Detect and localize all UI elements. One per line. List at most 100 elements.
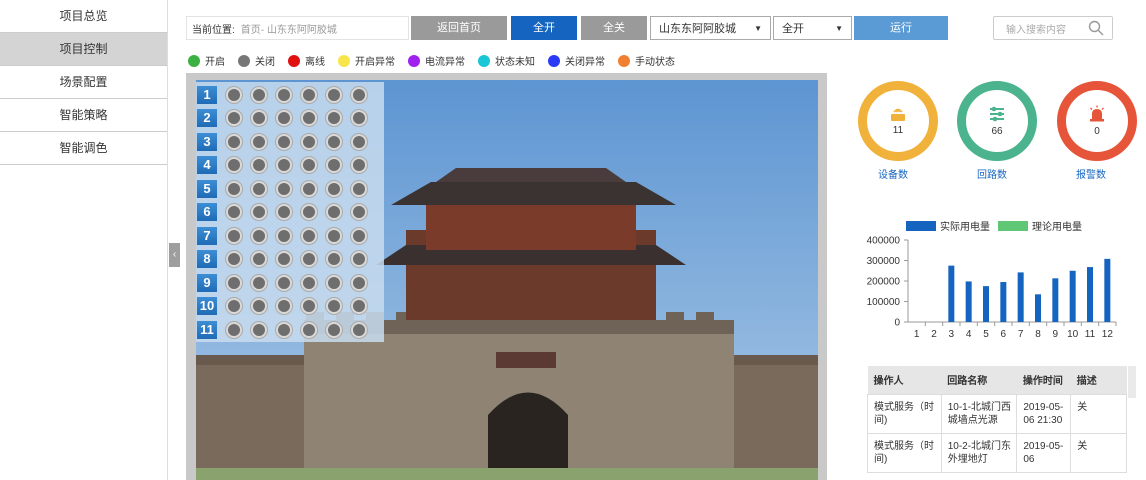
sidebar-item-color[interactable]: 智能调色 bbox=[0, 132, 167, 165]
loop-status-light[interactable] bbox=[251, 204, 267, 221]
loop-status-light[interactable] bbox=[301, 274, 317, 291]
loop-status-light[interactable] bbox=[301, 133, 317, 150]
sidebar-collapse-button[interactable]: ‹ bbox=[169, 243, 180, 267]
loop-status-light[interactable] bbox=[251, 321, 267, 338]
device-row: 9 bbox=[196, 271, 367, 295]
loop-status-light[interactable] bbox=[301, 86, 317, 103]
loop-status-light[interactable] bbox=[276, 251, 292, 268]
loop-status-light[interactable] bbox=[326, 133, 342, 150]
cell-time: 2019-05-06 21:30 bbox=[1016, 393, 1072, 434]
loop-status-light[interactable] bbox=[226, 298, 242, 315]
loop-status-light[interactable] bbox=[251, 110, 267, 127]
project-select[interactable]: 山东东阿阿胶城 ▼ bbox=[650, 16, 771, 40]
loop-control-grid: 1 2 3 4 5 6 7 8 9 10 11 bbox=[196, 82, 384, 342]
loop-status-light[interactable] bbox=[351, 157, 367, 174]
loop-status-light[interactable] bbox=[276, 298, 292, 315]
status-legend: 开启 关闭 离线 开启异常 电流异常 状态未知 关闭异常 手动状态 bbox=[188, 53, 688, 68]
back-home-button[interactable]: 返回首页 bbox=[411, 16, 507, 40]
loop-status-light[interactable] bbox=[251, 133, 267, 150]
loop-status-light[interactable] bbox=[251, 274, 267, 291]
loop-status-light[interactable] bbox=[226, 180, 242, 197]
loop-status-light[interactable] bbox=[251, 227, 267, 244]
loop-status-light[interactable] bbox=[301, 298, 317, 315]
loop-status-light[interactable] bbox=[276, 204, 292, 221]
loop-status-light[interactable] bbox=[276, 227, 292, 244]
loop-status-light[interactable] bbox=[351, 204, 367, 221]
loop-status-light[interactable] bbox=[226, 227, 242, 244]
loop-status-light[interactable] bbox=[251, 251, 267, 268]
loop-status-light[interactable] bbox=[326, 204, 342, 221]
loop-status-light[interactable] bbox=[276, 274, 292, 291]
loop-status-light[interactable] bbox=[301, 204, 317, 221]
loop-status-light[interactable] bbox=[301, 110, 317, 127]
legend-label: 关闭异常 bbox=[565, 57, 605, 68]
loop-status-light[interactable] bbox=[301, 227, 317, 244]
device-count-gauge: 11 bbox=[858, 81, 938, 161]
loop-status-light[interactable] bbox=[326, 298, 342, 315]
loop-status-light[interactable] bbox=[351, 180, 367, 197]
loop-status-light[interactable] bbox=[301, 180, 317, 197]
loop-status-light[interactable] bbox=[226, 204, 242, 221]
mode-select-value: 全开 bbox=[782, 23, 804, 35]
loop-status-light[interactable] bbox=[351, 274, 367, 291]
sidebar-item-control[interactable]: 项目控制 bbox=[0, 33, 167, 66]
loop-status-light[interactable] bbox=[226, 274, 242, 291]
x-tick-label: 3 bbox=[949, 329, 955, 340]
all-off-button[interactable]: 全关 bbox=[581, 16, 647, 40]
loop-status-light[interactable] bbox=[326, 274, 342, 291]
all-on-button[interactable]: 全开 bbox=[511, 16, 577, 40]
loop-status-light[interactable] bbox=[226, 157, 242, 174]
loop-status-light[interactable] bbox=[276, 157, 292, 174]
loop-status-light[interactable] bbox=[326, 86, 342, 103]
loop-status-light[interactable] bbox=[276, 86, 292, 103]
sidebar-item-overview[interactable]: 项目总览 bbox=[0, 0, 167, 33]
loop-status-light[interactable] bbox=[351, 298, 367, 315]
loop-status-light[interactable] bbox=[326, 110, 342, 127]
loop-status-light[interactable] bbox=[351, 321, 367, 338]
loop-status-light[interactable] bbox=[326, 321, 342, 338]
run-button[interactable]: 运行 bbox=[854, 16, 948, 40]
cell-loop-name: 10-1-北城门西城墙点光源 bbox=[940, 393, 1018, 434]
loop-status-light[interactable] bbox=[351, 86, 367, 103]
loop-status-light[interactable] bbox=[326, 180, 342, 197]
loop-status-light[interactable] bbox=[251, 86, 267, 103]
y-tick-label: 400000 bbox=[867, 236, 901, 247]
loop-status-light[interactable] bbox=[301, 321, 317, 338]
sidebar-item-strategy[interactable]: 智能策略 bbox=[0, 99, 167, 132]
loop-status-light[interactable] bbox=[326, 227, 342, 244]
legend-dot bbox=[188, 54, 200, 67]
legend-label: 关闭 bbox=[255, 57, 275, 68]
loop-status-light[interactable] bbox=[226, 110, 242, 127]
sidebar-item-scene-config[interactable]: 场景配置 bbox=[0, 66, 167, 99]
loop-status-light[interactable] bbox=[326, 251, 342, 268]
mode-select[interactable]: 全开 ▼ bbox=[773, 16, 852, 40]
table-scrollbar[interactable] bbox=[1128, 366, 1136, 398]
project-select-value: 山东东阿阿胶城 bbox=[659, 23, 736, 35]
loop-status-light[interactable] bbox=[226, 251, 242, 268]
loop-status-light[interactable] bbox=[351, 227, 367, 244]
loop-status-light[interactable] bbox=[226, 133, 242, 150]
search-input[interactable]: 输入搜索内容 bbox=[993, 16, 1113, 40]
search-icon[interactable] bbox=[1088, 20, 1104, 36]
loop-status-light[interactable] bbox=[351, 133, 367, 150]
alarm-count-gauge: 0 bbox=[1057, 81, 1137, 161]
loop-status-light[interactable] bbox=[276, 180, 292, 197]
loop-status-light[interactable] bbox=[276, 110, 292, 127]
loop-status-light[interactable] bbox=[226, 86, 242, 103]
loop-status-light[interactable] bbox=[351, 110, 367, 127]
loop-status-light[interactable] bbox=[276, 133, 292, 150]
loop-status-light[interactable] bbox=[301, 157, 317, 174]
loop-status-light[interactable] bbox=[251, 298, 267, 315]
loop-status-light[interactable] bbox=[251, 180, 267, 197]
loop-status-light[interactable] bbox=[326, 157, 342, 174]
loop-status-light[interactable] bbox=[301, 251, 317, 268]
legend-item: 关闭异常 bbox=[548, 53, 605, 68]
bar bbox=[1017, 272, 1024, 322]
legend-label: 开启 bbox=[205, 57, 225, 68]
loop-status-light[interactable] bbox=[351, 251, 367, 268]
loop-status-light[interactable] bbox=[276, 321, 292, 338]
y-tick-label: 0 bbox=[894, 318, 900, 329]
y-tick-label: 100000 bbox=[867, 297, 901, 308]
loop-status-light[interactable] bbox=[251, 157, 267, 174]
loop-status-light[interactable] bbox=[226, 321, 242, 338]
